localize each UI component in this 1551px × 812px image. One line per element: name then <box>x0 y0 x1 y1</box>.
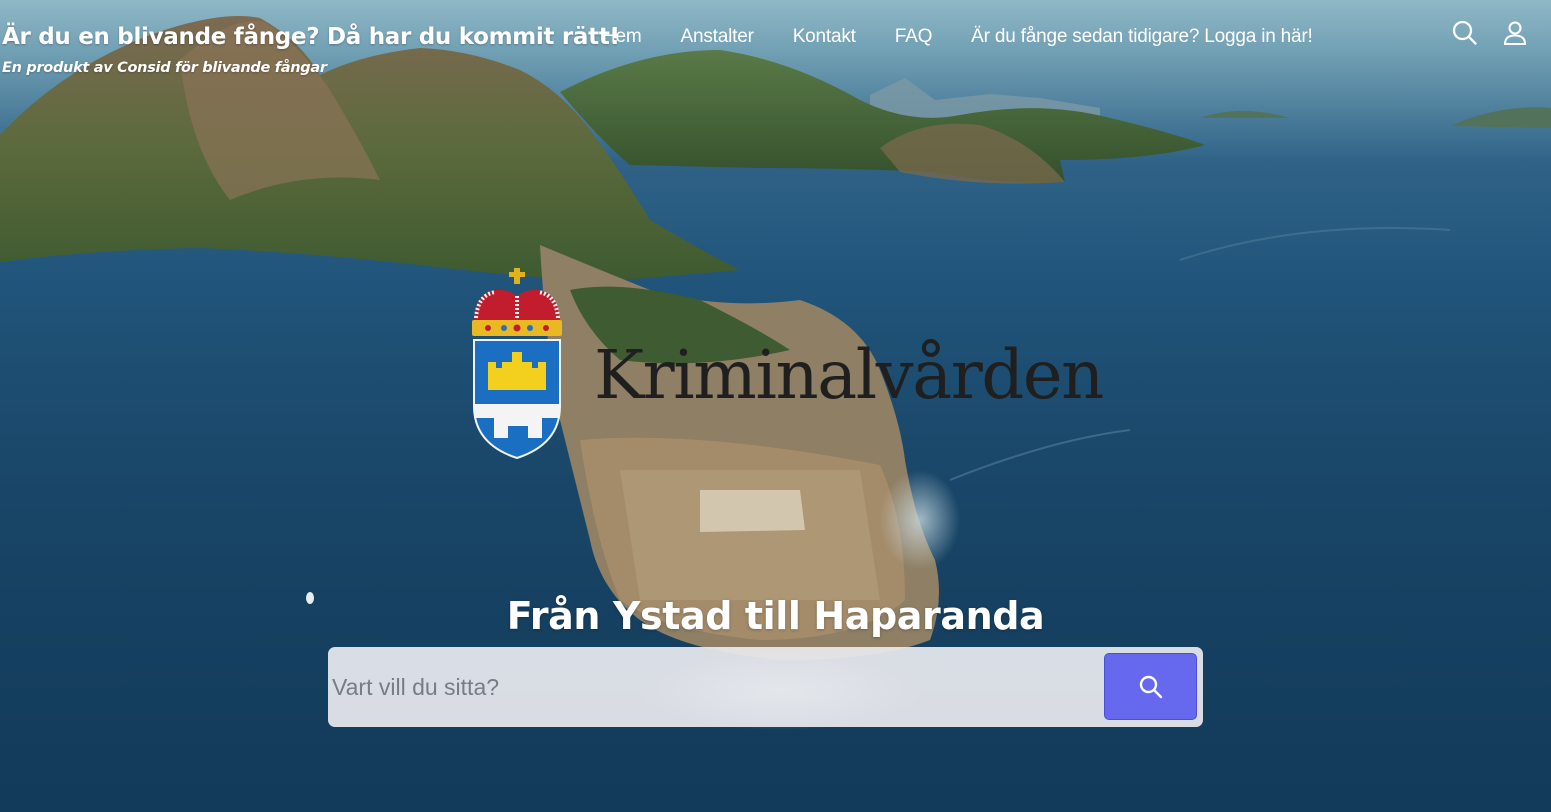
search-icon[interactable] <box>1450 18 1480 48</box>
search-icon <box>1139 675 1162 698</box>
kriminalvarden-logo: Kriminalvården <box>468 266 1104 462</box>
search-button[interactable] <box>1104 653 1197 720</box>
coat-of-arms-icon <box>472 268 562 460</box>
site-title: Är du en blivande fånge? Då har du kommi… <box>2 24 620 50</box>
nav-link-login[interactable]: Är du fånge sedan tidigare? Logga in här… <box>971 26 1313 48</box>
search-bar <box>328 647 1203 727</box>
hero-heading: Från Ystad till Haparanda <box>506 594 1045 638</box>
nav-link-faq[interactable]: FAQ <box>895 26 933 48</box>
site-tagline: En produkt av Consid för blivande fångar <box>2 60 327 76</box>
nav-link-hem[interactable]: Hem <box>602 26 642 48</box>
logo-wordmark: Kriminalvården <box>594 336 1104 414</box>
user-icon[interactable] <box>1500 18 1530 48</box>
search-input[interactable] <box>332 661 1092 713</box>
nav-link-kontakt[interactable]: Kontakt <box>793 26 856 48</box>
nav-link-anstalter[interactable]: Anstalter <box>681 26 754 48</box>
main-nav: Hem Anstalter Kontakt FAQ Är du fånge se… <box>602 24 1313 50</box>
